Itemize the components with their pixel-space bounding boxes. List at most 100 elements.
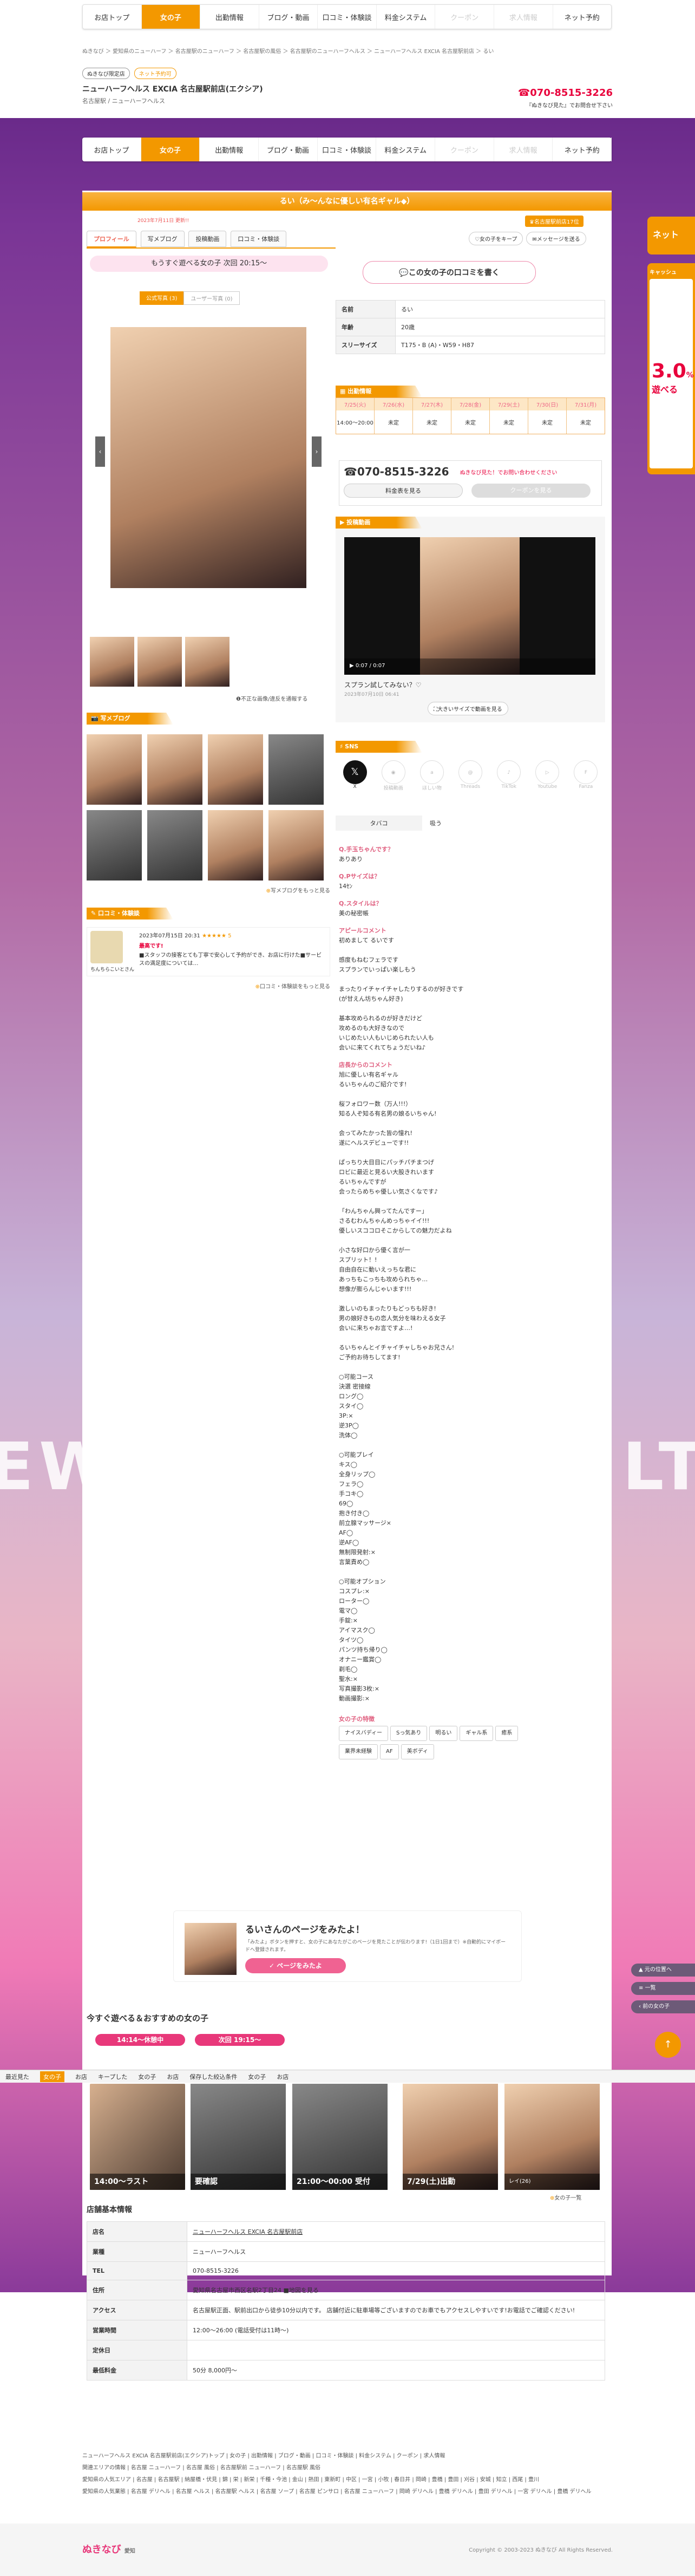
next-photo-arrow[interactable]: ›	[312, 436, 322, 467]
footer-line[interactable]: 愛知県の人気エリア | 名古屋 | 名古屋駅 | 納屋橋・伏見 | 錦 | 栄 …	[82, 2474, 613, 2486]
back-position-button[interactable]: ▲ 元の位置へ	[631, 1964, 695, 1977]
girl-list-link[interactable]: ⊕女の子一覧	[550, 2193, 581, 2201]
blog-thumb[interactable]	[147, 810, 202, 881]
recommend-girl-card[interactable]: 14:00～ラスト ねか(22)	[90, 2084, 185, 2196]
tab-review[interactable]: 口コミ・体験談	[231, 231, 287, 247]
breadcrumb[interactable]: ぬきなび ＞ 愛知県のニューハーフ ＞ 名古屋駅のニューハーフ ＞ 名古屋駅の風…	[82, 47, 613, 55]
blog-thumb[interactable]	[268, 734, 324, 805]
nav-coupon[interactable]: クーポン	[435, 5, 494, 29]
sns-video[interactable]: ◉ 投稿動画	[381, 760, 405, 791]
subnav-shop-top[interactable]: お店トップ	[82, 138, 141, 161]
recommend-girl-card[interactable]: 21:00～00:00 受付 あの(21)	[292, 2084, 388, 2196]
subnav-recruit[interactable]: 求人情報	[494, 138, 553, 161]
play-icon[interactable]: ▶	[350, 663, 354, 669]
sns-wishlist[interactable]: a ほしい物	[419, 760, 444, 791]
photo-thumb[interactable]	[137, 637, 182, 687]
nav-reserve[interactable]: ネット予約	[553, 5, 612, 29]
schedule-day: 7/27(木)	[413, 398, 451, 410]
subnav-reserve[interactable]: ネット予約	[553, 138, 612, 161]
saved-girls[interactable]: 女の子	[248, 2072, 266, 2081]
send-message-button[interactable]: ✉メッセージを送る	[526, 232, 586, 245]
info-tel[interactable]: 070-8515-3226	[187, 2261, 605, 2280]
recommend-girl-card[interactable]: 要確認 あむ(18)	[191, 2084, 286, 2196]
feature-tag[interactable]: 業界未経験	[339, 1744, 378, 1759]
feature-tag[interactable]: Sっ気あり	[390, 1726, 428, 1741]
blog-thumb[interactable]	[208, 734, 263, 805]
feature-tag[interactable]: 明るい	[429, 1726, 458, 1741]
subnav-price[interactable]: 料金システム	[376, 138, 436, 161]
nav-schedule[interactable]: 出勤情報	[200, 5, 259, 29]
tab-user-photo[interactable]: ユーザー写真 (0)	[183, 291, 240, 305]
blog-thumb[interactable]	[208, 810, 263, 881]
subnav-girls[interactable]: 女の子	[141, 138, 200, 161]
feature-tag[interactable]: 癒系	[495, 1726, 519, 1741]
nav-blog[interactable]: ブログ・動画	[259, 5, 318, 29]
list-button[interactable]: ≡ 一覧	[631, 1982, 695, 1995]
saved-shops[interactable]: お店	[277, 2072, 289, 2081]
sns-tiktok[interactable]: ♪ TikTok	[497, 760, 521, 791]
feature-tag[interactable]: AF	[380, 1744, 399, 1759]
scroll-top-button[interactable]: ↑	[655, 2032, 681, 2058]
coupon-button[interactable]: クーポンを見る	[471, 484, 591, 498]
tab-profile[interactable]: プロフィール	[87, 231, 136, 247]
footer-line[interactable]: ニューハーフヘルス EXCIA 名古屋駅前店(エクシア)トップ | 女の子 | …	[82, 2450, 613, 2462]
photo-thumb[interactable]	[90, 637, 134, 687]
side-cashback-ad[interactable]: キャッシュ 3.0% 遊べる	[647, 263, 695, 474]
nav-shop-top[interactable]: お店トップ	[83, 5, 142, 29]
subnav-reviews[interactable]: 口コミ・体験談	[318, 138, 377, 161]
nav-girls[interactable]: 女の子	[141, 5, 201, 29]
keep-girl-button[interactable]: ♡女の子をキープ	[469, 232, 523, 245]
blog-thumb[interactable]	[87, 810, 142, 881]
review-more-link[interactable]: ⊕口コミ・体験談をもっと見る	[87, 982, 330, 990]
recent-shops[interactable]: お店	[75, 2072, 87, 2081]
girl-tel[interactable]: ☎070-8515-3226	[344, 465, 449, 478]
recommend-girl-card[interactable]: レイ(26)	[504, 2084, 600, 2190]
nav-price[interactable]: 料金システム	[377, 5, 436, 29]
footer-line[interactable]: 愛知県の人気業態 | 名古屋 デリヘル | 名古屋 ヘルス | 名古屋駅 ヘルス…	[82, 2486, 613, 2498]
video-player[interactable]: ▶ 0:07 / 0:07	[344, 537, 595, 675]
subnav-blog[interactable]: ブログ・動画	[259, 138, 318, 161]
blog-more-link[interactable]: ⊕写メブログをもっと見る	[87, 886, 330, 894]
feature-tag[interactable]: ギャル系	[460, 1726, 494, 1741]
footer-logo[interactable]: ぬきなび 愛知	[82, 2542, 135, 2556]
tab-video[interactable]: 投稿動画	[188, 231, 227, 247]
info-min-price: 50分 8,000円～	[187, 2360, 605, 2381]
shop-tel[interactable]: ☎070-8515-3226	[518, 87, 613, 99]
photo-thumb[interactable]	[185, 637, 230, 687]
sns-x[interactable]: 𝕏X	[343, 760, 367, 791]
write-review-button[interactable]: 💬この女の子の口コミを書く	[363, 261, 536, 284]
sns-threads[interactable]: @ Threads	[458, 760, 482, 791]
report-link[interactable]: ❶不正な画像/違反を通報する	[236, 694, 307, 702]
nav-reviews[interactable]: 口コミ・体験談	[318, 5, 377, 29]
nav-recruit[interactable]: 求人情報	[494, 5, 553, 29]
info-shop-name[interactable]: ニューハーフヘルス EXCIA 名古屋駅前店	[187, 2221, 605, 2242]
side-net-reserve[interactable]: ネット	[647, 217, 695, 255]
mitayo-button[interactable]: ✓ ページをみたよ	[245, 1958, 346, 1973]
text-line: アイマスク◯	[339, 1627, 375, 1634]
sns-youtube[interactable]: ▷ Youtube	[535, 760, 560, 791]
feature-tag[interactable]: ナイスバディー	[339, 1726, 388, 1741]
footer-line[interactable]: 関連エリアの情報 | 名古屋 ニューハーフ | 名古屋 風俗 | 名古屋駅前 ニ…	[82, 2462, 613, 2474]
review-headline[interactable]: 最高です!	[139, 941, 326, 949]
blog-thumb[interactable]	[268, 810, 324, 881]
tab-official-photo[interactable]: 公式写真 (3)	[140, 291, 184, 305]
camera-icon: 📷	[91, 715, 101, 722]
subnav-coupon[interactable]: クーポン	[435, 138, 494, 161]
keep-shops[interactable]: お店	[167, 2072, 179, 2081]
keep-girls[interactable]: 女の子	[138, 2072, 156, 2081]
prev-photo-arrow[interactable]: ‹	[95, 436, 105, 467]
main-photo[interactable]	[110, 327, 306, 588]
sns-fanza[interactable]: F Fanza	[574, 760, 598, 791]
subnav-schedule[interactable]: 出勤情報	[200, 138, 259, 161]
video-large-button[interactable]: ⛶大きいサイズで動画を見る	[428, 702, 508, 715]
video-controls[interactable]: ▶ 0:07 / 0:07	[344, 658, 595, 675]
recommend-girl-card[interactable]: 7/29(土)出勤 あいか(20)	[403, 2084, 498, 2196]
recent-girls[interactable]: 女の子	[40, 2071, 64, 2082]
prev-girl-button[interactable]: ‹ 前の女の子	[631, 2000, 695, 2013]
info-address[interactable]: 愛知県名古屋市西区名駅2丁目24 ■地図を見る	[187, 2280, 605, 2300]
blog-thumb[interactable]	[147, 734, 202, 805]
tab-blog[interactable]: 写メブログ	[140, 231, 185, 247]
blog-thumb[interactable]	[87, 734, 142, 805]
price-button[interactable]: 料金表を見る	[344, 484, 463, 498]
feature-tag[interactable]: 美ボディ	[401, 1744, 434, 1759]
